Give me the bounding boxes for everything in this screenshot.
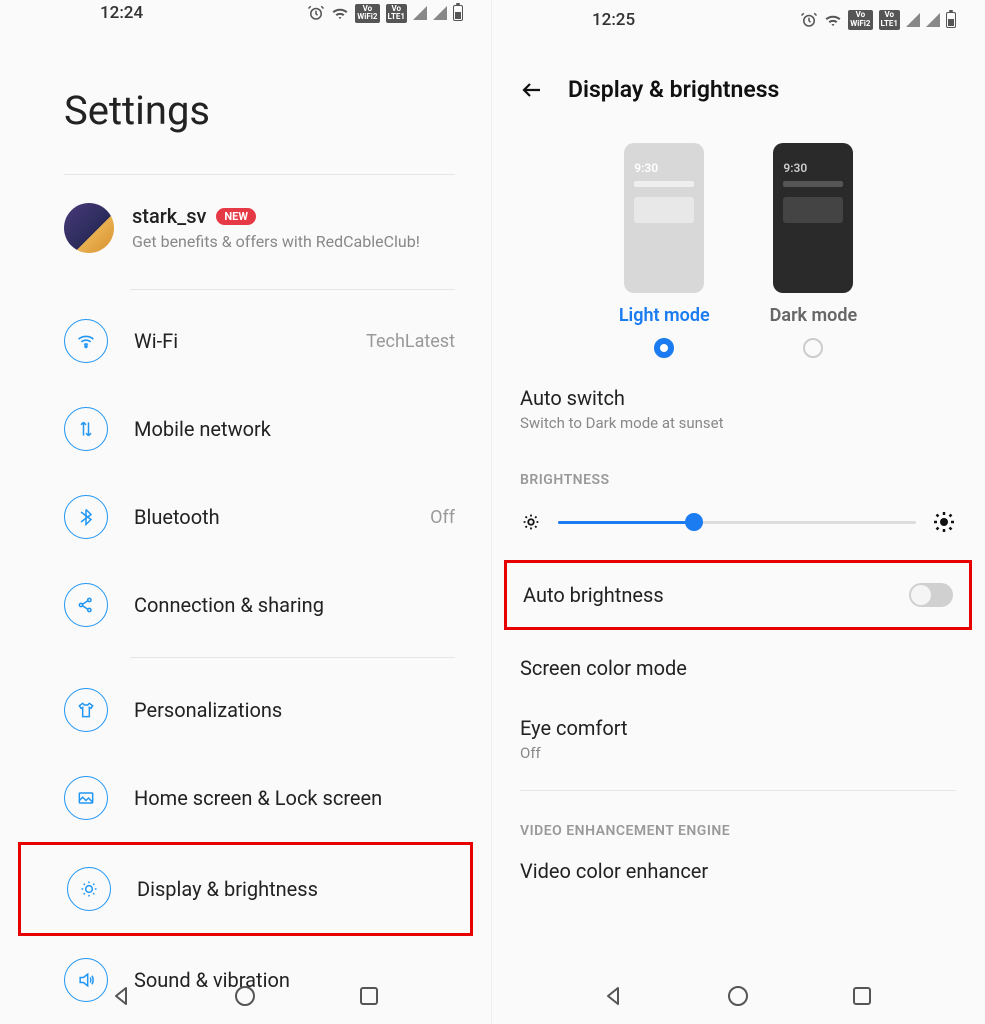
dark-mode-label: Dark mode (770, 305, 858, 326)
profile-subtitle: Get benefits & offers with RedCableClub! (132, 232, 455, 251)
dark-mode-radio[interactable] (803, 338, 823, 358)
wifi-icon (64, 319, 108, 363)
recents-nav-icon[interactable] (357, 984, 381, 1008)
volte-badge: Vo LTE1 (386, 4, 408, 24)
auto-switch-row[interactable]: Auto switch Switch to Dark mode at sunse… (492, 368, 984, 450)
slider-fill (558, 521, 694, 524)
light-mode-preview: 9:30 (624, 143, 704, 293)
eye-comfort-title: Eye comfort (520, 716, 956, 740)
image-icon (64, 776, 108, 820)
volte-badge: Vo LTE1 (879, 10, 901, 30)
setting-label: Wi-Fi (134, 329, 340, 353)
profile-row[interactable]: stark_sv NEW Get benefits & offers with … (0, 175, 491, 281)
auto-switch-title: Auto switch (520, 386, 956, 410)
vowifi-badge: Vo WiFi2 (848, 10, 872, 30)
battery-icon (453, 5, 463, 21)
battery-icon (946, 12, 956, 28)
brightness-section-header: BRIGHTNESS (492, 450, 984, 502)
vowifi-badge: Vo WiFi2 (355, 4, 379, 24)
settings-screen: 12:24 Vo WiFi2 Vo LTE1 Settings stark_sv… (0, 0, 492, 1024)
profile-text: stark_sv NEW Get benefits & offers with … (132, 204, 455, 251)
dark-mode-preview: 9:30 (773, 143, 853, 293)
highlight-display-brightness: Display & brightness (18, 842, 473, 936)
setting-label: Mobile network (134, 417, 455, 441)
eye-comfort-row[interactable]: Eye comfort Off (492, 698, 984, 780)
divider (520, 790, 956, 791)
status-bar: 12:25 Vo WiFi2 Vo LTE1 (492, 0, 984, 40)
status-bar: 12:24 Vo WiFi2 Vo LTE1 (0, 0, 491, 27)
setting-connection-sharing[interactable]: Connection & sharing (0, 561, 491, 649)
nav-bar (0, 968, 491, 1024)
setting-label: Personalizations (134, 698, 455, 722)
theme-light-option[interactable]: 9:30 Light mode (619, 143, 710, 358)
setting-wifi[interactable]: Wi-Fi TechLatest (0, 297, 491, 385)
home-nav-icon[interactable] (726, 984, 750, 1008)
slider-thumb[interactable] (685, 513, 703, 531)
back-nav-icon[interactable] (602, 984, 626, 1008)
status-icons: Vo WiFi2 Vo LTE1 (307, 4, 463, 24)
brightness-slider[interactable] (558, 521, 916, 524)
signal-icon (413, 6, 427, 20)
screen-color-mode-label: Screen color mode (520, 656, 956, 680)
status-time: 12:24 (100, 3, 143, 23)
profile-name: stark_sv (132, 204, 206, 228)
home-nav-icon[interactable] (233, 984, 257, 1008)
nav-bar (492, 968, 984, 1024)
eye-comfort-subtitle: Off (520, 744, 956, 762)
setting-value: Off (430, 507, 455, 528)
back-nav-icon[interactable] (110, 984, 134, 1008)
setting-value: TechLatest (366, 331, 455, 352)
brightness-slider-row (492, 502, 984, 552)
setting-mobile-network[interactable]: Mobile network (0, 385, 491, 473)
share-icon (64, 583, 108, 627)
brightness-low-icon (520, 511, 542, 533)
auto-brightness-toggle[interactable] (909, 583, 953, 607)
brightness-icon (67, 867, 111, 911)
alarm-icon (800, 11, 818, 29)
bluetooth-icon (64, 495, 108, 539)
status-icons: Vo WiFi2 Vo LTE1 (800, 10, 956, 30)
highlight-auto-brightness: Auto brightness (504, 560, 972, 630)
theme-dark-option[interactable]: 9:30 Dark mode (770, 143, 858, 358)
divider (130, 289, 455, 290)
new-badge: NEW (216, 208, 256, 225)
signal-icon (906, 13, 920, 27)
setting-label: Home screen & Lock screen (134, 786, 455, 810)
auto-brightness-label: Auto brightness (523, 583, 664, 607)
divider (130, 657, 455, 658)
page-header: Display & brightness (492, 40, 984, 123)
light-mode-radio[interactable] (654, 338, 674, 358)
shirt-icon (64, 688, 108, 732)
mobile-data-icon (64, 407, 108, 451)
recents-nav-icon[interactable] (850, 984, 874, 1008)
alarm-icon (307, 4, 325, 22)
signal-icon-2 (433, 6, 447, 20)
brightness-high-icon (932, 510, 956, 534)
light-mode-label: Light mode (619, 305, 710, 326)
video-section-header: VIDEO ENHANCEMENT ENGINE (492, 801, 984, 853)
wifi-icon (331, 4, 349, 22)
setting-display-brightness[interactable]: Display & brightness (21, 845, 470, 933)
header-title: Display & brightness (568, 76, 779, 103)
display-brightness-screen: 12:25 Vo WiFi2 Vo LTE1 Display & brightn… (492, 0, 984, 1024)
setting-label: Display & brightness (137, 877, 452, 901)
setting-label: Bluetooth (134, 505, 404, 529)
setting-personalizations[interactable]: Personalizations (0, 666, 491, 754)
setting-home-lock-screen[interactable]: Home screen & Lock screen (0, 754, 491, 842)
video-color-enhancer-label: Video color enhancer (520, 859, 956, 883)
setting-label: Connection & sharing (134, 593, 455, 617)
theme-selector: 9:30 Light mode 9:30 Dark mode (492, 123, 984, 368)
setting-bluetooth[interactable]: Bluetooth Off (0, 473, 491, 561)
status-time: 12:25 (592, 10, 635, 30)
avatar (64, 203, 114, 253)
auto-switch-subtitle: Switch to Dark mode at sunset (520, 414, 956, 432)
wifi-icon (824, 11, 842, 29)
screen-color-mode-row[interactable]: Screen color mode (492, 638, 984, 698)
signal-icon-2 (926, 13, 940, 27)
video-color-enhancer-row[interactable]: Video color enhancer (492, 853, 984, 901)
back-arrow-icon[interactable] (520, 78, 544, 102)
page-title: Settings (0, 27, 491, 174)
